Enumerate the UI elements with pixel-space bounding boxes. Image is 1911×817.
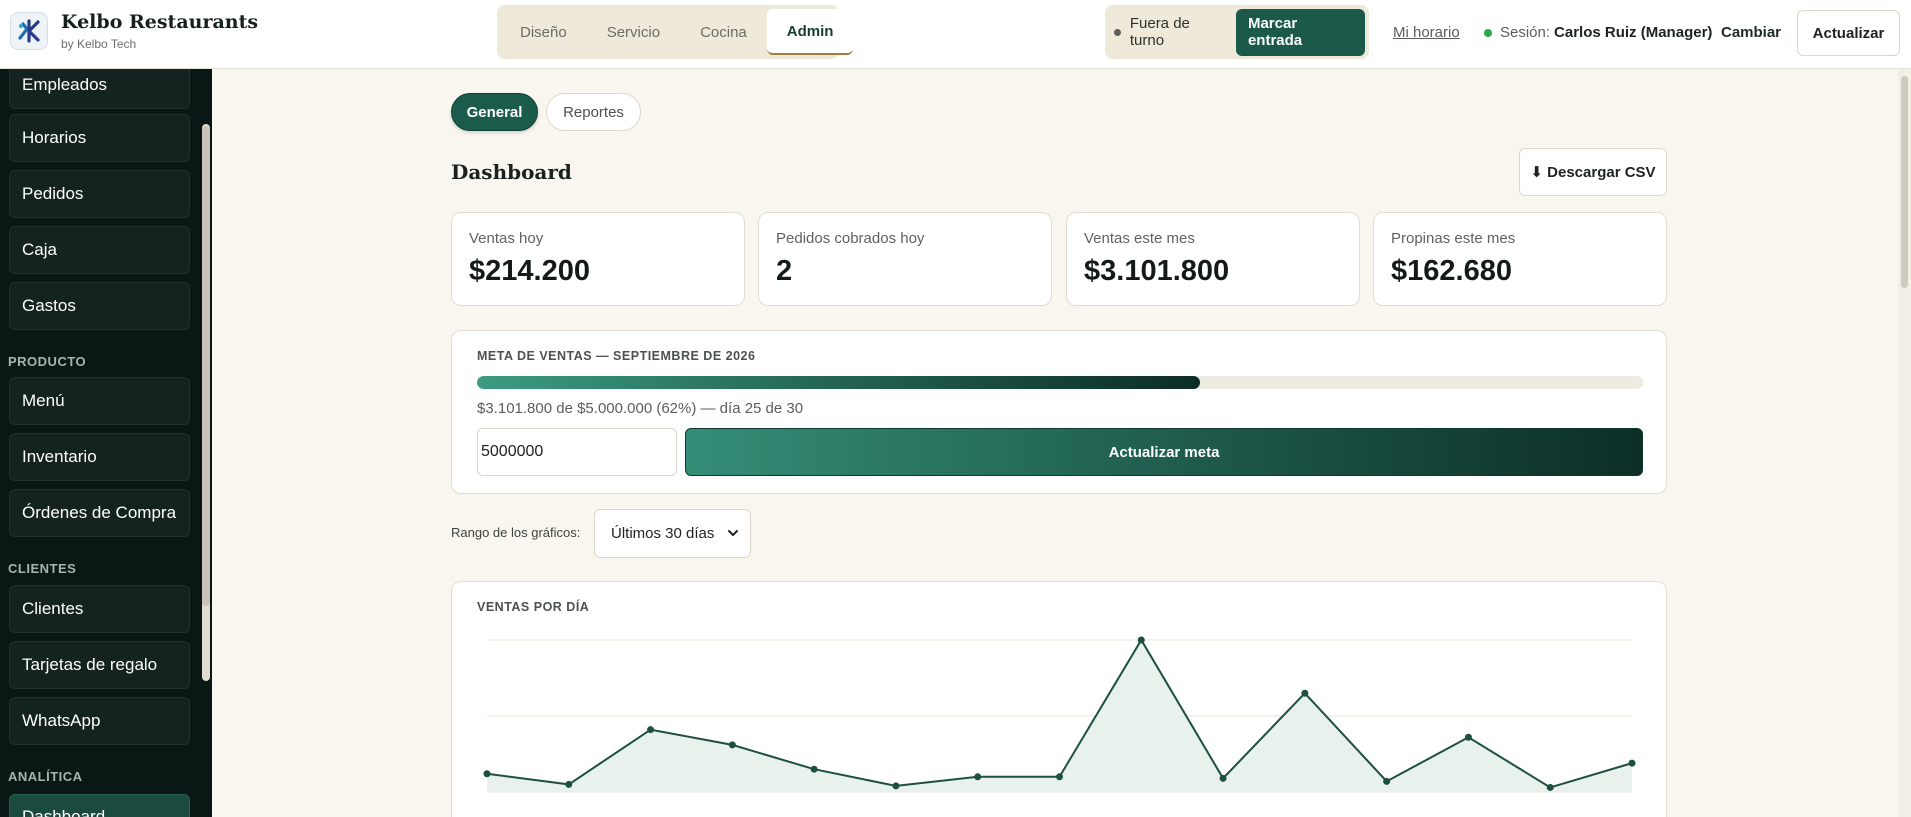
chart-point[interactable] (974, 773, 982, 781)
shift-status-dot-icon (1114, 28, 1121, 36)
sales-goal-progress-bar (477, 376, 1643, 389)
kpi-value: $3.101.800 (1084, 255, 1230, 287)
sales-goal-description: $3.101.800 de $5.000.000 (62%) — día 25 … (477, 400, 804, 417)
chart-point[interactable] (1137, 636, 1145, 644)
top-bar: Kelbo Restaurants by Kelbo Tech Diseño S… (0, 0, 1911, 69)
kelbo-logo-icon (10, 12, 48, 50)
chart-point[interactable] (1546, 783, 1554, 791)
sidebar-section-producto: PRODUCTO (8, 354, 87, 369)
sidebar-item-menu[interactable]: Menú (9, 377, 190, 425)
kpi-label: Ventas este mes (1084, 230, 1195, 247)
sidebar-section-analitica: ANALÍTICA (8, 769, 83, 784)
chart-point[interactable] (892, 782, 900, 790)
chart-point[interactable] (647, 726, 655, 734)
sidebar-item-dashboard[interactable]: Dashboard (9, 794, 190, 817)
sales-goal-progress-fill (477, 376, 1200, 389)
sidebar: Empleados Horarios Pedidos Caja Gastos P… (0, 69, 212, 817)
chart-point[interactable] (1219, 774, 1227, 782)
sidebar-item-inventario[interactable]: Inventario (9, 433, 190, 481)
chart-range-value: Últimos 30 días (611, 525, 715, 542)
chart-range-select[interactable]: Últimos 30 días (594, 509, 751, 558)
brand[interactable]: Kelbo Restaurants by Kelbo Tech (10, 11, 258, 51)
clock-in-button[interactable]: Marcar entrada (1235, 8, 1365, 56)
sidebar-section-clientes: CLIENTES (8, 561, 77, 576)
my-schedule-link[interactable]: Mi horario (1393, 24, 1460, 41)
chart-point[interactable] (728, 741, 736, 749)
update-goal-button[interactable]: Actualizar meta (685, 428, 1643, 476)
session-user: Carlos Ruiz (Manager) (1554, 24, 1713, 41)
kpi-card-orders-today: Pedidos cobrados hoy 2 (758, 212, 1052, 306)
sidebar-item-clientes[interactable]: Clientes (9, 585, 190, 633)
mode-tab-admin[interactable]: Admin (766, 9, 854, 55)
kpi-card-sales-month: Ventas este mes $3.101.800 (1066, 212, 1360, 306)
brand-subtitle: by Kelbo Tech (61, 37, 137, 51)
tab-general[interactable]: General (451, 93, 538, 131)
sidebar-item-empleados[interactable]: Empleados (9, 69, 190, 109)
sidebar-item-ordenes-compra[interactable]: Órdenes de Compra (9, 489, 190, 537)
sidebar-item-horarios[interactable]: Horarios (9, 114, 190, 162)
tab-reportes[interactable]: Reportes (546, 93, 641, 131)
chart-point[interactable] (1301, 689, 1309, 697)
sales-per-day-chart (483, 636, 1636, 793)
chevron-down-icon (727, 526, 739, 543)
chart-range-label: Rango de los gráficos: (451, 525, 581, 540)
brand-title: Kelbo Restaurants (61, 11, 259, 33)
kpi-label: Ventas hoy (469, 230, 544, 247)
mode-tab-cocina[interactable]: Cocina (680, 9, 767, 55)
sales-goal-title: META DE VENTAS — SEPTIEMBRE DE 2026 (477, 349, 756, 363)
chart-point[interactable] (1383, 777, 1391, 785)
kpi-label: Pedidos cobrados hoy (776, 230, 925, 247)
sidebar-item-whatsapp[interactable]: WhatsApp (9, 697, 190, 745)
sidebar-item-pedidos[interactable]: Pedidos (9, 170, 190, 218)
kpi-value: $214.200 (469, 255, 590, 287)
chart-point[interactable] (810, 765, 818, 773)
change-user-link[interactable]: Cambiar (1721, 24, 1781, 41)
shift-status: Fuera de turno (1129, 15, 1190, 49)
mode-tab-servicio[interactable]: Servicio (587, 9, 680, 55)
sales-per-day-chart-card: VENTAS POR DÍA (451, 581, 1667, 817)
chart-point[interactable] (565, 780, 573, 788)
sidebar-item-gastos[interactable]: Gastos (9, 282, 190, 330)
session-info: Sesión: Carlos Ruiz (Manager) (1484, 24, 1712, 41)
kpi-label: Propinas este mes (1391, 230, 1516, 247)
kpi-value: $162.680 (1391, 255, 1512, 287)
sales-goal-card: META DE VENTAS — SEPTIEMBRE DE 2026 $3.1… (451, 330, 1667, 494)
sidebar-scrollbar-thumb[interactable] (202, 126, 210, 606)
sidebar-item-tarjetas-regalo[interactable]: Tarjetas de regalo (9, 641, 190, 689)
chart-point[interactable] (1056, 773, 1063, 781)
sales-goal-input[interactable] (477, 428, 677, 476)
chart-point[interactable] (1464, 733, 1472, 741)
chart-point[interactable] (1628, 759, 1636, 767)
online-dot-icon (1484, 28, 1492, 37)
page-title: Dashboard (451, 160, 572, 184)
kpi-card-tips-month: Propinas este mes $162.680 (1373, 212, 1667, 306)
update-button[interactable]: Actualizar (1797, 10, 1900, 56)
sidebar-item-caja[interactable]: Caja (9, 226, 190, 274)
download-csv-button[interactable]: ⬇ Descargar CSV (1519, 148, 1667, 196)
mode-tab-diseno[interactable]: Diseño (500, 9, 587, 55)
kpi-card-sales-today: Ventas hoy $214.200 (451, 212, 745, 306)
main-scrollbar-thumb[interactable] (1901, 76, 1908, 288)
kpi-value: 2 (776, 255, 793, 287)
session-label: Sesión: (1500, 24, 1551, 41)
shift-panel: Fuera de turno Marcar entrada (1105, 5, 1369, 59)
mode-switcher: Diseño Servicio Cocina Admin (497, 5, 854, 59)
chart-point[interactable] (483, 770, 491, 778)
